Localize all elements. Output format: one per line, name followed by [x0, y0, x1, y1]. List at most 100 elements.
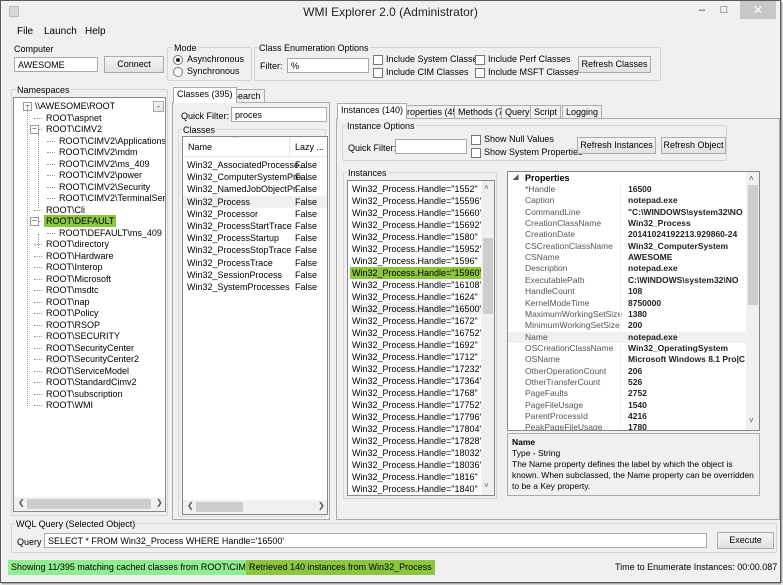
instance-row[interactable]: Win32_Process.Handle="15692" [350, 219, 486, 231]
maximize-icon[interactable]: □ [713, 1, 735, 19]
class-filter-input[interactable]: % [287, 58, 369, 73]
namespace-item[interactable]: ROOT\Hardware [46, 250, 114, 262]
show-null-values-checkbox[interactable] [471, 135, 481, 145]
namespace-item[interactable]: ROOT\Cli [46, 204, 85, 216]
menu-file[interactable]: File [17, 26, 33, 37]
property-row[interactable]: PageFaults 2752 [508, 388, 746, 399]
include-msft-classes-checkbox[interactable] [475, 68, 485, 78]
class-row[interactable]: Win32_AssociatedProcesso... False [183, 159, 327, 171]
column-lazy[interactable]: Lazy ... [295, 142, 324, 152]
instance-row[interactable]: Win32_Process.Handle="17364" [350, 375, 486, 387]
instance-row[interactable]: Win32_Process.Handle="18032" [350, 447, 486, 459]
include-cim-classes-checkbox[interactable] [373, 68, 383, 78]
property-row[interactable]: MinimumWorkingSetSize 200 [508, 320, 746, 331]
namespace-item[interactable]: ROOT\DEFAULT [44, 215, 117, 227]
instance-row[interactable]: Win32_Process.Handle="1692" [350, 339, 481, 351]
namespace-item[interactable]: ROOT\CIMV2\ms_409 [59, 158, 150, 170]
refresh-object-button[interactable]: Refresh Object [661, 137, 726, 154]
class-row[interactable]: Win32_ProcessStartTrace False [183, 220, 327, 232]
scroll-thumb[interactable] [27, 499, 151, 509]
property-row[interactable]: CommandLine "C:\WINDOWS\system32\NO [508, 207, 746, 218]
class-row[interactable]: Win32_SessionProcess False [183, 269, 327, 281]
instance-row[interactable]: Win32_Process.Handle="1768" [350, 387, 481, 399]
property-row[interactable]: Description notepad.exe [508, 263, 746, 274]
namespace-item[interactable]: ROOT\aspnet [46, 112, 102, 124]
class-row[interactable]: Win32_ProcessStartup False [183, 232, 327, 244]
class-row[interactable]: Win32_SystemProcesses False [183, 281, 327, 293]
tab-instances[interactable]: Instances (140) [337, 103, 408, 119]
property-row[interactable]: ParentProcessId 4216 [508, 411, 746, 422]
namespace-item[interactable]: ROOT\directory [46, 238, 109, 250]
include-system-classes-checkbox[interactable] [373, 55, 383, 65]
instance-row[interactable]: Win32_Process.Handle="15596" [350, 195, 486, 207]
namespace-item[interactable]: ROOT\Microsoft [46, 273, 111, 285]
classes-hscroll[interactable]: ❮ ❯ [183, 500, 327, 514]
namespace-item[interactable]: ROOT\SecurityCenter2 [46, 353, 139, 365]
property-row[interactable]: KernelModeTime 8750000 [508, 298, 746, 309]
instance-row[interactable]: Win32_Process.Handle="1816" [350, 471, 481, 483]
show-system-properties-checkbox[interactable] [471, 148, 481, 158]
instance-row[interactable]: Win32_Process.Handle="17796" [350, 411, 486, 423]
namespace-item[interactable]: ROOT\CIMV2\Applications [59, 135, 165, 147]
namespace-item[interactable]: ROOT\CIMV2\Security [59, 181, 150, 193]
property-row[interactable]: Name notepad.exe [508, 331, 746, 343]
scroll-thumb[interactable] [196, 502, 243, 512]
menu-launch[interactable]: Launch [44, 26, 77, 37]
query-input[interactable]: SELECT * FROM Win32_Process WHERE Handle… [44, 533, 707, 548]
scroll-down-icon[interactable]: ˅ [484, 481, 489, 490]
instance-row[interactable]: Win32_Process.Handle="1552" [350, 183, 481, 195]
property-row[interactable]: PeakPageFileUsage 1780 [508, 422, 746, 430]
execute-button[interactable]: Execute [717, 532, 774, 549]
sync-radio[interactable] [173, 67, 183, 77]
namespace-item[interactable]: \\AWESOME\ROOT [35, 100, 115, 112]
instance-row[interactable]: Win32_Process.Handle="16108" [350, 279, 486, 291]
property-row[interactable]: CreationClassName Win32_Process [508, 218, 746, 229]
property-row[interactable]: OSCreationClassName Win32_OperatingSystem [508, 343, 746, 354]
namespace-hscroll[interactable]: ❮ ❯ [14, 497, 165, 511]
property-row[interactable]: ExecutablePath C:\WINDOWS\system32\NO [508, 275, 746, 286]
property-row[interactable]: CSCreationClassName Win32_ComputerSystem [508, 241, 746, 252]
property-row[interactable]: CreationDate 20141024192213.929860-24 [508, 229, 746, 240]
namespace-item[interactable]: ROOT\CIMV2 [46, 123, 102, 135]
refresh-instances-button[interactable]: Refresh Instances [577, 137, 656, 154]
instance-row[interactable]: Win32_Process.Handle="1712" [350, 351, 481, 363]
refresh-classes-button[interactable]: Refresh Classes [578, 56, 651, 73]
namespace-item[interactable]: ROOT\nap [46, 296, 90, 308]
namespace-tree[interactable]: − \\AWESOME\ROOT ROOT\aspnet − ROOT\CIMV2 ROO… [13, 97, 166, 512]
connect-button[interactable]: Connect [104, 56, 164, 73]
namespace-item[interactable]: ROOT\SECURITY [46, 330, 120, 342]
instance-row[interactable]: Win32_Process.Handle="15660" [350, 207, 486, 219]
scroll-up-icon[interactable]: ˄ [484, 183, 489, 192]
class-row[interactable]: Win32_ProcessTrace False [183, 257, 327, 269]
collapse-triangle-icon[interactable]: ◢ [513, 172, 518, 184]
namespace-item[interactable]: ROOT\RSOP [46, 319, 100, 331]
class-row[interactable]: Win32_ComputerSystemPro... False [183, 171, 327, 183]
scroll-left-icon[interactable]: ❮ [18, 498, 25, 507]
properties-vscroll[interactable]: ˄ ˅ [746, 172, 759, 430]
namespace-item[interactable]: ROOT\DEFAULT\ms_409 [59, 227, 162, 239]
column-name[interactable]: Name [188, 142, 212, 152]
class-quick-filter-input[interactable]: proces [231, 107, 327, 122]
property-row[interactable]: HandleCount 108 [508, 286, 746, 297]
instance-row[interactable]: Win32_Process.Handle="1624" [350, 291, 481, 303]
instances-list[interactable]: Win32_Process.Handle="1552" Win32_Process… [347, 180, 495, 496]
property-row[interactable]: Caption notepad.exe [508, 195, 746, 206]
instance-row[interactable]: Win32_Process.Handle="16752" [350, 327, 486, 339]
classes-list[interactable]: Name ˄ Lazy ... Win32_AssociatedProcesso… [182, 136, 328, 515]
instance-row[interactable]: Win32_Process.Handle="18036" [350, 459, 486, 471]
expander-icon[interactable]: − [30, 217, 39, 226]
scroll-up-icon[interactable]: ˄ [749, 174, 754, 183]
scroll-thumb[interactable] [748, 185, 758, 305]
computer-input[interactable]: AWESOME [14, 57, 98, 72]
namespace-item[interactable]: ROOT\ServiceModel [46, 365, 129, 377]
class-row[interactable]: Win32_ProcessStopTrace False [183, 244, 327, 256]
namespace-item[interactable]: ROOT\msdtc [46, 284, 99, 296]
property-row[interactable]: MaximumWorkingSetSize 1380 [508, 309, 746, 320]
instance-row[interactable]: Win32_Process.Handle="17804" [350, 423, 486, 435]
instance-row[interactable]: Win32_Process.Handle="1840" [350, 483, 481, 495]
close-icon[interactable]: ✕ [740, 1, 776, 19]
collapse-button[interactable]: - [153, 101, 164, 112]
tab-classes[interactable]: Classes (395) [173, 87, 237, 103]
minimize-icon[interactable]: – [691, 1, 713, 19]
class-row[interactable]: Win32_NamedJobObjectPr... False [183, 183, 327, 195]
